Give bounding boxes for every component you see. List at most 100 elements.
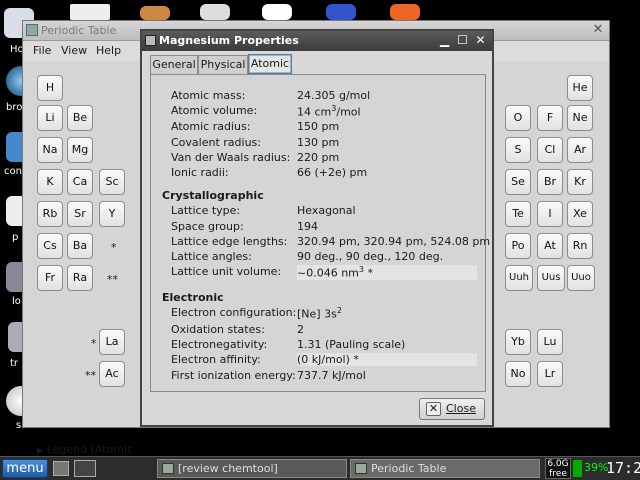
element-button-mg[interactable]: Mg [67,137,93,163]
property-label: Electronegativity: [171,338,268,351]
element-button-k[interactable]: K [37,169,63,195]
lab-icon[interactable] [200,4,230,20]
element-button-sc[interactable]: Sc [99,169,125,195]
property-label: Ionic radii: [171,166,229,179]
window-title: Periodic Table [41,24,117,37]
element-button-kr[interactable]: Kr [567,169,593,195]
tab-physical[interactable]: Physical [198,55,248,74]
taskbar-item-review-chemtool[interactable]: [review chemtool] [157,459,347,478]
element-button-ca[interactable]: Ca [67,169,93,195]
property-label: Lattice type: [171,204,241,217]
desktop-icon-label: s [16,420,22,431]
legend-expander[interactable]: ▶ Legend (Atomic [37,443,133,456]
minimize-icon[interactable]: ▁ [437,33,452,48]
element-button-i[interactable]: I [537,201,563,227]
property-value: 66 (+2e) pm [297,166,368,179]
property-value: 130 pm [297,136,340,149]
element-button-te[interactable]: Te [505,201,531,227]
legend-label: Legend (Atomic [46,443,134,456]
tab-general[interactable]: General [150,55,198,74]
show-desktop-icon[interactable] [74,460,96,477]
property-value: 1.31 (Pauling scale) [297,338,406,351]
element-button-he[interactable]: He [567,75,593,101]
element-button-po[interactable]: Po [505,233,531,259]
element-button-ne[interactable]: Ne [567,105,593,131]
dialog-title: Magnesium Properties [159,34,299,47]
lanthanide-marker: * [91,337,97,350]
element-button-uus[interactable]: Uus [537,265,565,291]
window-icon [355,463,367,474]
element-button-s[interactable]: S [505,137,531,163]
close-icon[interactable]: ✕ [591,23,605,37]
app-icon [26,24,38,36]
desktop-icon-label: lo [12,296,21,307]
element-button-uuh[interactable]: Uuh [505,265,533,291]
memory-indicator: 6.0G free [545,458,571,479]
element-button-ra[interactable]: Ra [67,265,93,291]
element-button-na[interactable]: Na [37,137,63,163]
app-icon[interactable] [140,6,170,20]
menu-view[interactable]: View [61,44,87,57]
property-value: 14 cm3/mol [297,104,361,119]
property-value: 194 [297,220,318,233]
desktop-icon-label: tr [10,358,19,369]
element-button-lr[interactable]: Lr [537,361,563,387]
memory-free-label: free [549,469,567,479]
property-value: 150 pm [297,120,340,133]
element-button-y[interactable]: Y [99,201,125,227]
element-button-ac[interactable]: Ac [99,361,125,387]
chempup-icon[interactable] [70,4,110,20]
property-value: 2 [297,323,304,336]
element-button-sr[interactable]: Sr [67,201,93,227]
actinide-marker: ** [107,273,118,286]
section-crystallographic: Crystallographic [162,189,264,202]
element-button-xe[interactable]: Xe [567,201,593,227]
app-icon[interactable] [326,4,356,20]
property-value: 320.94 pm, 320.94 pm, 524.08 pm [297,235,491,248]
menu-help[interactable]: Help [96,44,121,57]
terminal-launcher-icon[interactable] [53,461,69,476]
property-label: Electron configuration: [171,306,297,319]
element-button-at[interactable]: At [537,233,563,259]
property-label: Space group: [171,220,244,233]
element-button-br[interactable]: Br [537,169,563,195]
element-button-se[interactable]: Se [505,169,531,195]
element-button-la[interactable]: La [99,329,125,355]
element-button-rb[interactable]: Rb [37,201,63,227]
element-button-fr[interactable]: Fr [37,265,63,291]
menu-file[interactable]: File [33,44,51,57]
app-icon [145,35,156,46]
element-button-rn[interactable]: Rn [567,233,593,259]
element-button-be[interactable]: Be [67,105,93,131]
element-button-yb[interactable]: Yb [505,329,531,355]
element-button-cl[interactable]: Cl [537,137,563,163]
start-menu-button[interactable]: menu [2,459,48,478]
element-button-o[interactable]: O [505,105,531,131]
property-label: Atomic volume: [171,104,258,117]
element-button-no[interactable]: No [505,361,531,387]
app-icon[interactable] [390,4,420,20]
tab-atomic[interactable]: Atomic [248,54,292,74]
element-button-uuo[interactable]: Uuo [567,265,595,291]
desktop-icon-label: bro [6,102,23,113]
clock: 17:21 [606,459,640,477]
element-button-li[interactable]: Li [37,105,63,131]
taskbar-item-periodic-table[interactable]: Periodic Table [350,459,540,478]
close-icon[interactable]: ✕ [473,33,488,48]
maximize-icon[interactable]: ☐ [455,33,470,48]
element-button-h[interactable]: H [37,75,63,101]
element-button-cs[interactable]: Cs [37,233,63,259]
property-label: Lattice edge lengths: [171,235,288,248]
lanthanide-marker: * [111,241,117,254]
element-button-f[interactable]: F [537,105,563,131]
element-button-lu[interactable]: Lu [537,329,563,355]
property-value: ~0.046 nm3 * [297,265,477,280]
section-electronic: Electronic [162,291,224,304]
dialog-titlebar[interactable]: Magnesium Properties ▁ ☐ ✕ [142,31,492,51]
element-button-ar[interactable]: Ar [567,137,593,163]
cpu-percent: 39% [584,461,609,474]
element-button-ba[interactable]: Ba [67,233,93,259]
property-value: 24.305 g/mol [297,89,371,102]
molecule-icon[interactable] [262,4,292,20]
close-button[interactable]: ✕ Close [419,398,485,420]
